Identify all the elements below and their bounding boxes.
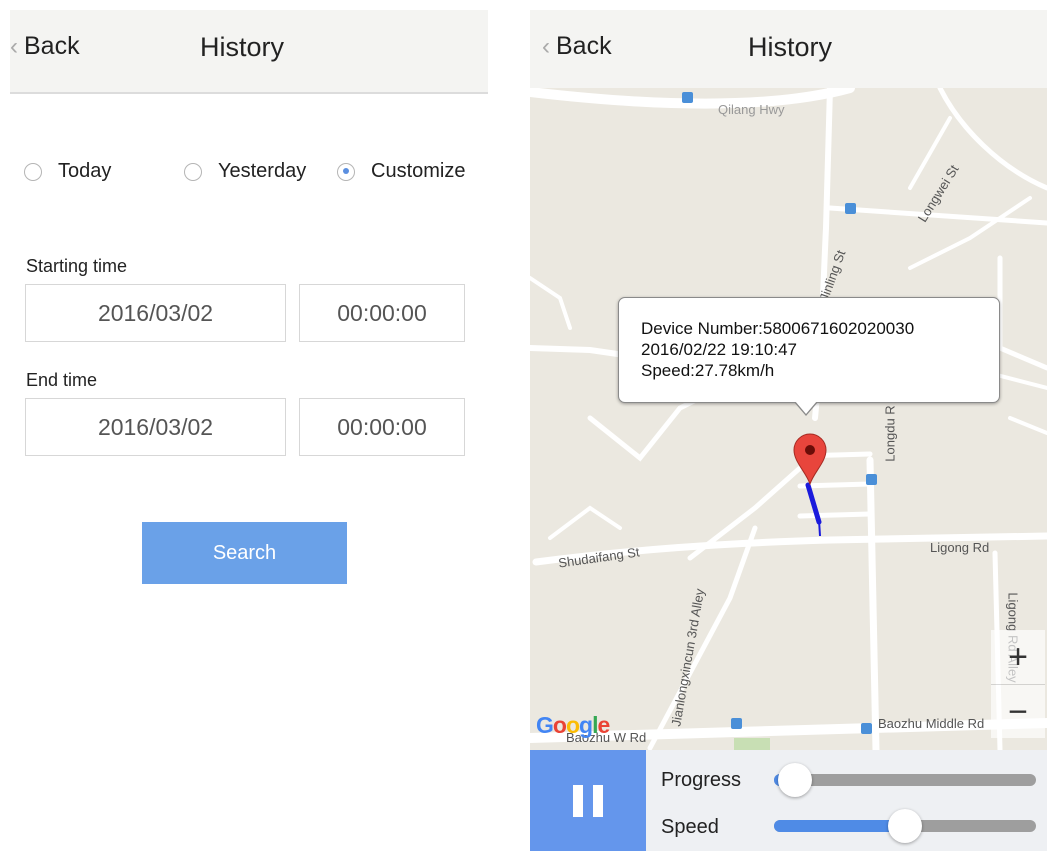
radio-label: Customize [371, 160, 466, 182]
back-button[interactable]: ‹ Back [10, 32, 80, 61]
progress-slider[interactable] [774, 763, 1036, 797]
speed-text: Speed:27.78km/h [641, 361, 775, 380]
map-roads [530, 88, 1047, 750]
page-title: History [748, 32, 833, 62]
radio-customize[interactable]: Customize [337, 160, 465, 183]
page-title: History [200, 32, 285, 62]
top-bar: ‹ Back History [10, 10, 488, 94]
device-info-popup: Device Number:5800671602020030 2016/02/2… [618, 297, 1000, 416]
radio-today[interactable]: Today [24, 160, 111, 183]
timestamp-text: 2016/02/22 19:10:47 [641, 340, 797, 359]
speed-knob[interactable] [888, 809, 922, 843]
back-button[interactable]: ‹ Back [542, 32, 612, 61]
radio-label: Today [58, 160, 112, 182]
progress-knob[interactable] [778, 763, 812, 797]
history-playback-screen: ‹ Back History Qilang Hwy Longwei St Jin… [530, 10, 1047, 851]
speed-label: Speed [661, 816, 719, 838]
zoom-out-button[interactable]: − [991, 684, 1045, 739]
radio-yesterday[interactable]: Yesterday [184, 160, 306, 183]
back-label: Back [556, 32, 612, 60]
progress-label: Progress [661, 769, 742, 791]
map-pin-icon[interactable] [792, 432, 828, 486]
zoom-controls: + − [991, 630, 1045, 738]
speed-fill [774, 820, 905, 832]
radio-label: Yesterday [218, 160, 307, 182]
playback-controls: Progress Speed [530, 750, 1047, 851]
date-range-options: Today Yesterday Customize [24, 160, 488, 190]
top-bar: ‹ Back History [530, 10, 1047, 88]
start-time-field[interactable]: 00:00:00 [299, 284, 465, 342]
starting-time-label: Starting time [26, 256, 128, 276]
zoom-in-button[interactable]: + [991, 630, 1045, 684]
radio-circle [24, 162, 42, 181]
device-number-text: Device Number:5800671602020030 [641, 319, 915, 338]
chevron-left-icon: ‹ [10, 32, 18, 60]
road-label: Baozhu Middle Rd [878, 716, 985, 731]
chevron-left-icon: ‹ [542, 32, 550, 60]
end-date-field[interactable]: 2016/03/02 [25, 398, 286, 456]
popup-tail [794, 401, 818, 416]
end-time-label: End time [26, 370, 98, 390]
google-logo: Google [536, 712, 610, 738]
history-search-screen: ‹ Back History Today Yesterday Customize… [10, 10, 488, 851]
road-label: Ligong Rd [930, 540, 990, 555]
speed-slider[interactable] [774, 809, 1036, 843]
pause-icon [573, 784, 583, 817]
start-date-field[interactable]: 2016/03/02 [25, 284, 286, 342]
radio-circle [184, 162, 202, 181]
back-label: Back [24, 32, 80, 60]
pause-button[interactable] [530, 750, 646, 851]
search-button[interactable]: Search [142, 522, 347, 584]
end-time-field[interactable]: 00:00:00 [299, 398, 465, 456]
radio-circle-selected [337, 162, 355, 181]
map-view[interactable]: Qilang Hwy Longwei St Jinling St Longdu … [530, 88, 1047, 750]
road-label: Longdu R [882, 405, 898, 462]
road-label: Qilang Hwy [718, 102, 785, 117]
